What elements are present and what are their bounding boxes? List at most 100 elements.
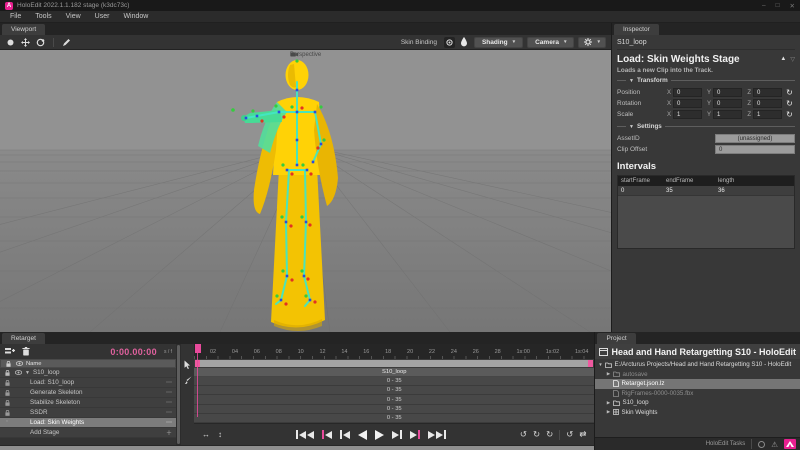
- add-stage-plus-icon[interactable]: ＋: [166, 428, 173, 437]
- play-button[interactable]: [374, 429, 384, 440]
- lock-icon[interactable]: [3, 389, 11, 396]
- play-reverse-button[interactable]: [357, 429, 367, 440]
- warning-icon[interactable]: ⚠: [771, 440, 778, 449]
- reset-scale-icon[interactable]: ↻: [784, 110, 795, 119]
- transform-section-header[interactable]: ▼ Transform: [617, 77, 795, 84]
- next-keyframe-button[interactable]: [409, 430, 420, 439]
- viewport-settings-dropdown[interactable]: ▾: [578, 36, 606, 48]
- timeline-range-bar[interactable]: [195, 360, 594, 367]
- reset-position-icon[interactable]: ↻: [784, 88, 795, 97]
- lock-icon[interactable]: [3, 369, 11, 376]
- holoedit-logo-icon[interactable]: [784, 439, 796, 449]
- expand-icon[interactable]: ▶: [605, 400, 611, 406]
- close-button[interactable]: ✕: [790, 2, 795, 10]
- timecode-display[interactable]: 0:00.00:00: [110, 347, 157, 357]
- lock-icon[interactable]: [3, 379, 11, 386]
- eye-icon[interactable]: [14, 370, 22, 375]
- menu-user[interactable]: User: [88, 13, 117, 20]
- position-x-field[interactable]: 0: [673, 88, 702, 97]
- menu-file[interactable]: File: [3, 13, 28, 20]
- scale-z-field[interactable]: 1: [753, 110, 782, 119]
- skin-binding-toggle[interactable]: [443, 36, 455, 48]
- skip-to-end-button[interactable]: [427, 430, 446, 439]
- collapse-down-icon[interactable]: ▽: [790, 56, 795, 63]
- stage-track-row[interactable]: 0 - 35: [194, 386, 595, 396]
- rotation-z-field[interactable]: 0: [753, 99, 782, 108]
- asset-id-field[interactable]: (unassigned): [715, 134, 795, 143]
- position-z-field[interactable]: 0: [753, 88, 782, 97]
- viewport-3d[interactable]: Perspective: [0, 50, 611, 332]
- add-track-icon[interactable]: [4, 346, 15, 357]
- interval-row[interactable]: 0 35 36: [618, 186, 794, 196]
- tab-retarget[interactable]: Retarget: [2, 333, 45, 344]
- tab-viewport[interactable]: Viewport: [2, 24, 46, 35]
- prev-frame-button[interactable]: [339, 430, 350, 439]
- cursor-tool-icon[interactable]: [184, 360, 191, 369]
- stage-menu-icon[interactable]: ⋯: [166, 419, 173, 426]
- menu-view[interactable]: View: [59, 13, 88, 20]
- stage-menu-icon[interactable]: ⋯: [166, 399, 173, 406]
- trash-icon[interactable]: [20, 346, 31, 357]
- stage-track-row[interactable]: 0 - 35: [194, 413, 595, 424]
- scale-x-field[interactable]: 1: [673, 110, 702, 119]
- lock-icon[interactable]: [3, 399, 11, 406]
- stage-row-generate-skeleton[interactable]: Generate Skeleton ⋯: [0, 388, 176, 398]
- move-tool-icon[interactable]: [20, 37, 31, 48]
- expanded-icon[interactable]: ▼: [25, 370, 30, 376]
- tree-row-autosave[interactable]: ▶ autosave: [595, 370, 800, 380]
- timeline-horizontal-scrollbar[interactable]: [0, 445, 595, 450]
- skip-to-start-button[interactable]: [295, 430, 314, 439]
- brush-tool-icon[interactable]: [184, 376, 192, 385]
- tree-row-skin-weights[interactable]: ▶ Skin Weights: [595, 408, 800, 418]
- clip-offset-field[interactable]: 0: [715, 145, 795, 154]
- tab-inspector[interactable]: Inspector: [614, 24, 659, 35]
- expanded-icon[interactable]: ▼: [597, 362, 603, 367]
- rotation-y-field[interactable]: 0: [713, 99, 742, 108]
- stage-track-row[interactable]: 0 - 35: [194, 404, 595, 414]
- orbit-tool-icon[interactable]: [5, 37, 16, 48]
- range-end-handle[interactable]: [588, 360, 594, 367]
- expand-icon[interactable]: ▶: [605, 371, 611, 377]
- tree-row-rigframes-fbx[interactable]: RigFrames-0000-0035.fbx: [595, 389, 800, 399]
- stage-row-load-clip[interactable]: Load: S10_loop ⋯: [0, 378, 176, 388]
- loop-mode-icon[interactable]: ↺: [520, 429, 527, 440]
- position-y-field[interactable]: 0: [713, 88, 742, 97]
- loop-once-icon[interactable]: ↻: [533, 429, 540, 440]
- playhead-flag[interactable]: [195, 344, 201, 353]
- camera-dropdown[interactable]: Camera ▾: [527, 36, 575, 48]
- tab-project[interactable]: Project: [597, 333, 636, 344]
- lock-icon[interactable]: [3, 409, 11, 416]
- collapse-up-icon[interactable]: ▲: [780, 56, 786, 63]
- clip-track-row[interactable]: S10_loop: [194, 368, 595, 377]
- stage-row-stabilize-skeleton[interactable]: Stabilize Skeleton ⋯: [0, 398, 176, 408]
- sync-icon[interactable]: ↺: [566, 429, 573, 440]
- stage-menu-icon[interactable]: ⋯: [166, 389, 173, 396]
- swap-icon[interactable]: ⇄: [579, 429, 586, 440]
- stage-menu-icon[interactable]: ⋯: [166, 409, 173, 416]
- stage-menu-icon[interactable]: ⋯: [166, 379, 173, 386]
- tree-row-retarget-json[interactable]: Retarget.json.lz: [595, 379, 800, 389]
- reset-rotation-icon[interactable]: ↻: [784, 99, 795, 108]
- tasks-label[interactable]: HoloEdit Tasks: [706, 441, 746, 447]
- camera-mode-chip[interactable]: Perspective: [289, 52, 321, 58]
- paint-weights-icon[interactable]: [459, 37, 470, 48]
- tree-row-project-root[interactable]: ▼ E:/Arcturus Projects/Head and Hand Ret…: [595, 360, 800, 370]
- timeline-ruler[interactable]: 02 04 06 08 10 12 14 16 18 20 22 24 26 28 1s:00 1s:02 1s…: [194, 344, 595, 359]
- settings-section-header[interactable]: ▼ Settings: [617, 123, 795, 130]
- loop-pingpong-icon[interactable]: ↻: [546, 429, 553, 440]
- rotation-x-field[interactable]: 0: [673, 99, 702, 108]
- stage-track-row[interactable]: 0 - 35: [194, 377, 595, 387]
- timeline[interactable]: 02 04 06 08 10 12 14 16 18 20 22 24 26 28 1s:00 1s:02 1s…: [194, 344, 595, 445]
- scale-y-field[interactable]: 1: [713, 110, 742, 119]
- menu-window[interactable]: Window: [116, 13, 155, 20]
- menu-tools[interactable]: Tools: [28, 13, 58, 20]
- shading-dropdown[interactable]: Shading ▾: [473, 36, 524, 48]
- stage-row-load-skin-weights[interactable]: * Load: Skin Weights ⋯: [0, 418, 176, 428]
- fit-height-icon[interactable]: ↕: [218, 430, 222, 439]
- tasks-progress-icon[interactable]: [758, 440, 766, 448]
- minimize-button[interactable]: –: [762, 2, 766, 10]
- prev-keyframe-button[interactable]: [321, 430, 332, 439]
- track-group-row[interactable]: ▼ S10_loop: [0, 368, 176, 378]
- maximize-button[interactable]: □: [776, 2, 780, 10]
- rotate-tool-icon[interactable]: [35, 37, 46, 48]
